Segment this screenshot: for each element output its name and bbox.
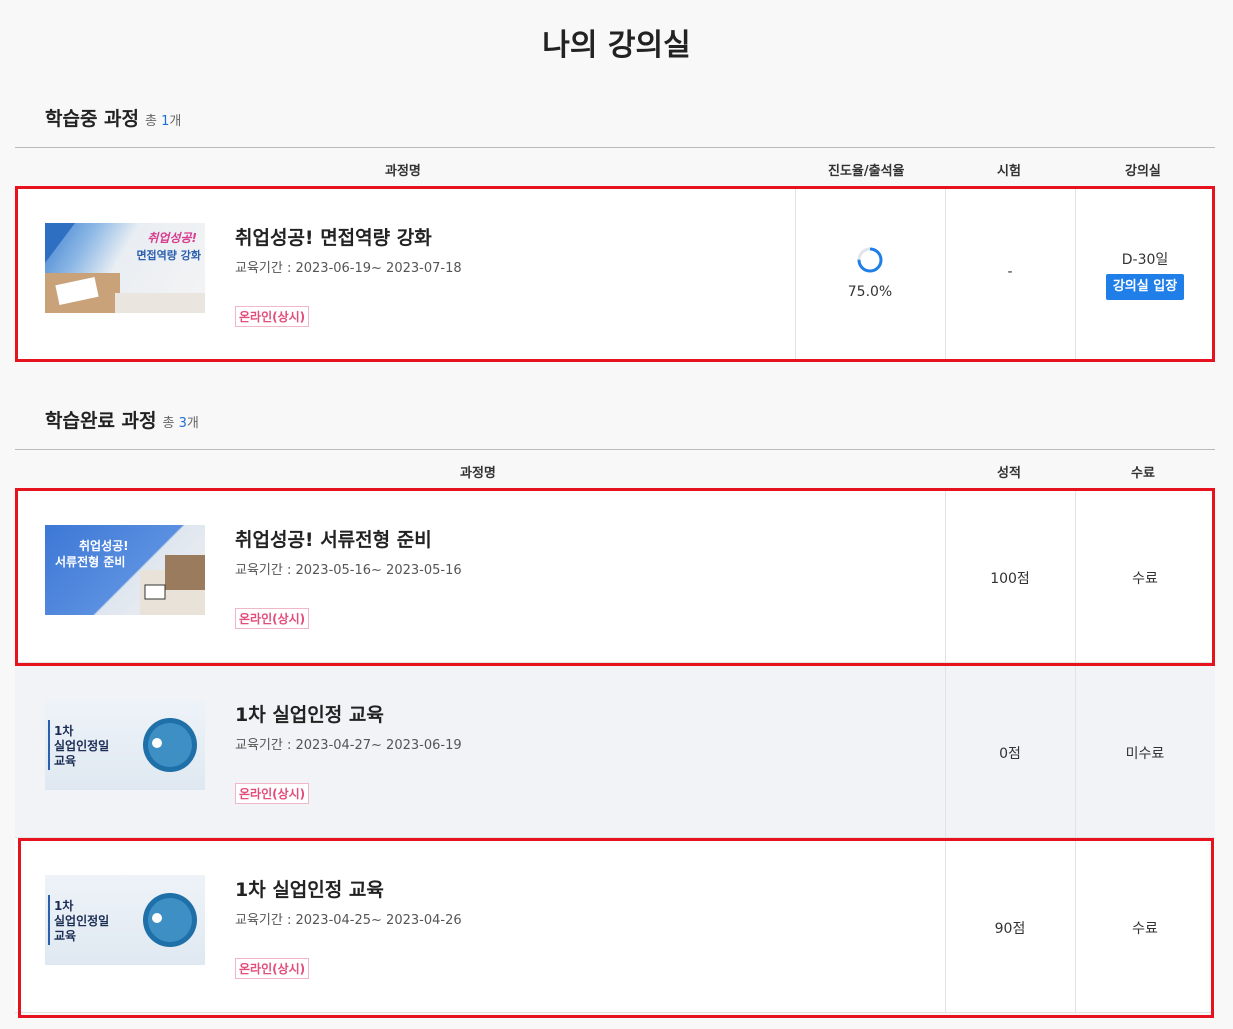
thumb-text: 취업성공! xyxy=(147,231,197,245)
count-suffix: 개 xyxy=(169,114,182,129)
col-score: 성적 xyxy=(997,466,1021,481)
course-period: 교육기간 : 2023-04-25~ 2023-04-26 xyxy=(235,913,462,928)
thumb-text: 실업인정일 xyxy=(54,739,110,753)
progress-value: 75.0% xyxy=(847,284,893,300)
course-thumbnail[interactable]: 취업성공! 면접역량 강화 xyxy=(45,223,205,313)
completed-count: 총 3개 xyxy=(163,416,199,431)
course-period: 교육기간 : 2023-06-19~ 2023-07-18 xyxy=(235,261,462,276)
table-header: 과정명 성적 수료 xyxy=(15,450,1215,488)
page-title: 나의 강의실 xyxy=(542,28,691,63)
in-progress-count: 총 1개 xyxy=(145,114,181,129)
col-exam: 시험 xyxy=(997,164,1021,179)
table-header: 과정명 진도율/출석율 시험 강의실 xyxy=(15,148,1215,186)
col-course-name: 과정명 xyxy=(385,164,421,179)
course-type-badge: 온라인(상시) xyxy=(235,783,310,804)
thumb-text: 1차 xyxy=(54,724,74,738)
thumb-text: 교육 xyxy=(54,754,77,768)
course-title[interactable]: 1차 실업인정 교육 xyxy=(235,875,384,902)
col-room: 강의실 xyxy=(1125,164,1161,179)
count-suffix: 개 xyxy=(186,416,199,431)
course-type-badge: 온라인(상시) xyxy=(235,608,310,629)
thumb-text: 교육 xyxy=(54,929,77,943)
completed-table: 과정명 성적 수료 취업성공! 서류전형 준비 취업성공! 서류전형 준비 교육… xyxy=(15,449,1215,1013)
count-prefix: 총 xyxy=(162,416,175,431)
course-thumbnail[interactable]: 1차 실업인정일 교육 xyxy=(45,700,205,790)
table-row: 취업성공! 서류전형 준비 취업성공! 서류전형 준비 교육기간 : 2023-… xyxy=(15,488,1215,663)
d-day: D-30일 xyxy=(1121,252,1169,268)
score-value: 100점 xyxy=(990,571,1030,587)
completed-heading: 학습완료 과정 총 3개 xyxy=(45,406,199,433)
in-progress-heading: 학습중 과정 총 1개 xyxy=(45,104,181,131)
course-thumbnail[interactable]: 1차 실업인정일 교육 xyxy=(45,875,205,965)
table-row: 1차 실업인정일 교육 1차 실업인정 교육 교육기간 : 2023-04-25… xyxy=(15,838,1215,1013)
in-progress-heading-label: 학습중 과정 xyxy=(45,108,140,130)
course-title[interactable]: 취업성공! 면접역량 강화 xyxy=(235,223,432,250)
score-value: 90점 xyxy=(994,921,1026,937)
course-type-badge: 온라인(상시) xyxy=(235,306,310,327)
thumb-text: 면접역량 강화 xyxy=(136,249,201,262)
count-number: 3 xyxy=(178,416,187,431)
table-row: 1차 실업인정일 교육 1차 실업인정 교육 교육기간 : 2023-04-27… xyxy=(15,663,1215,838)
status-value: 수료 xyxy=(1132,571,1158,587)
thumb-text: 1차 xyxy=(54,899,74,913)
exam-value: - xyxy=(1007,264,1013,280)
completed-heading-label: 학습완료 과정 xyxy=(45,410,157,432)
course-type-badge: 온라인(상시) xyxy=(235,958,310,979)
course-period: 교육기간 : 2023-04-27~ 2023-06-19 xyxy=(235,738,462,753)
progress-ring xyxy=(857,247,883,273)
course-period: 교육기간 : 2023-05-16~ 2023-05-16 xyxy=(235,563,462,578)
course-title[interactable]: 취업성공! 서류전형 준비 xyxy=(235,525,432,552)
status-value: 수료 xyxy=(1132,921,1158,937)
status-value: 미수료 xyxy=(1125,746,1165,762)
enter-classroom-button[interactable]: 강의실 입장 xyxy=(1106,274,1184,300)
thumb-text: 실업인정일 xyxy=(54,914,110,928)
in-progress-table: 과정명 진도율/출석율 시험 강의실 취업성공! 면접역량 강화 취업성공! 면… xyxy=(15,147,1215,361)
score-value: 0점 xyxy=(999,746,1021,762)
course-title[interactable]: 1차 실업인정 교육 xyxy=(235,700,384,727)
thumb-text: 서류전형 준비 xyxy=(55,555,126,569)
col-progress: 진도율/출석율 xyxy=(828,164,905,179)
col-course-name: 과정명 xyxy=(460,466,496,481)
table-row: 취업성공! 면접역량 강화 취업성공! 면접역량 강화 교육기간 : 2023-… xyxy=(15,186,1215,361)
col-status: 수료 xyxy=(1131,466,1155,481)
count-prefix: 총 xyxy=(145,114,157,129)
course-thumbnail[interactable]: 취업성공! 서류전형 준비 xyxy=(45,525,205,615)
thumb-text: 취업성공! xyxy=(79,539,129,553)
